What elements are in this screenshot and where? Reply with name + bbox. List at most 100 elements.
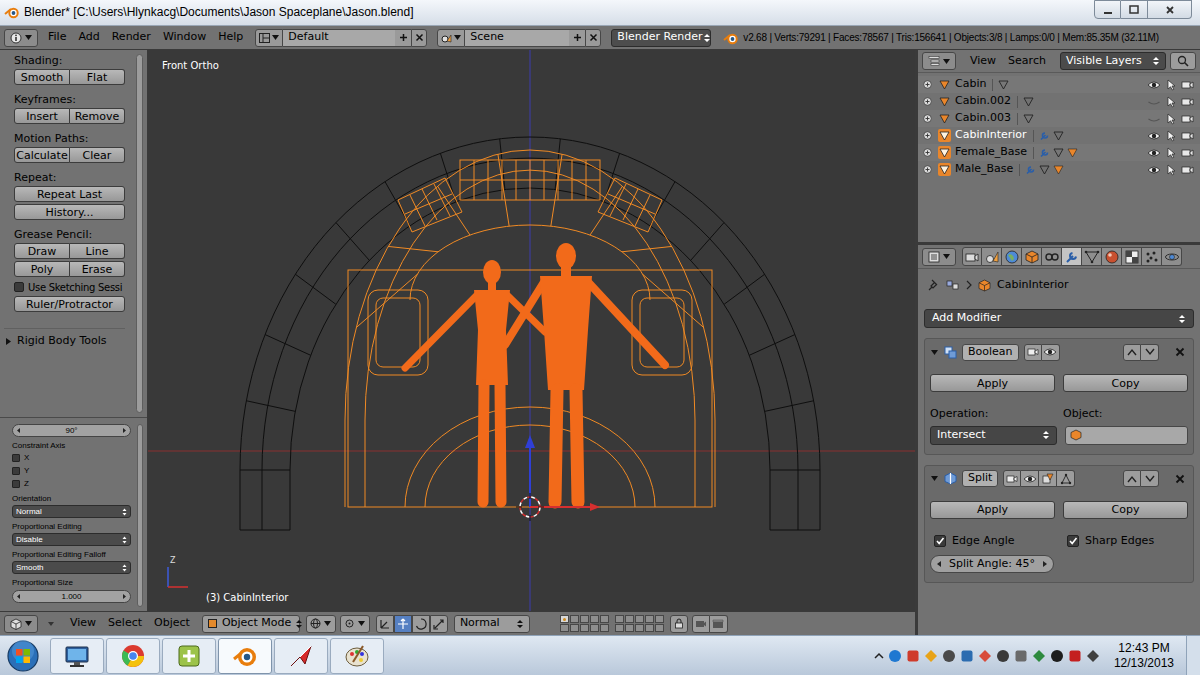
outliner-row[interactable]: CabinInterior — [918, 127, 1200, 144]
taskbar-app[interactable] — [330, 638, 384, 674]
modifier-name-field[interactable]: Split — [962, 470, 998, 487]
menu-item[interactable]: View — [964, 53, 1002, 70]
menu-item[interactable]: Window — [157, 29, 212, 46]
select-toggle[interactable] — [1165, 96, 1177, 108]
select-toggle[interactable] — [1165, 113, 1177, 125]
manipulator-button[interactable] — [430, 615, 448, 633]
tool-button[interactable]: Smooth — [14, 69, 70, 85]
tray-icon[interactable] — [996, 649, 1010, 663]
outliner-row[interactable]: Cabin.003 — [918, 110, 1200, 127]
outliner-row[interactable]: Male_Base — [918, 161, 1200, 178]
layer-button[interactable] — [590, 615, 599, 623]
move-up-button[interactable] — [1123, 344, 1141, 361]
select-toggle[interactable] — [1165, 147, 1177, 159]
scrollbar[interactable] — [136, 54, 143, 413]
tray-icon[interactable] — [906, 649, 920, 663]
layer-button[interactable] — [570, 624, 579, 632]
action-button[interactable]: Apply — [930, 501, 1055, 519]
tray-icon[interactable] — [942, 649, 956, 663]
menu-item[interactable]: Object — [148, 615, 196, 632]
render-toggle[interactable] — [1181, 147, 1194, 158]
menu-item[interactable]: Select — [102, 615, 148, 632]
checkbox-row[interactable]: Y — [12, 465, 131, 477]
layer-button[interactable] — [590, 624, 599, 632]
screen-layout-field[interactable]: Default — [283, 29, 395, 47]
taskbar-app[interactable] — [274, 638, 328, 674]
editor-type-button[interactable] — [922, 248, 956, 266]
tool-button[interactable]: History... — [14, 204, 125, 220]
opengl-render-button[interactable] — [692, 615, 710, 633]
tool-button[interactable]: Clear — [70, 147, 125, 163]
select-toggle[interactable] — [1165, 130, 1177, 142]
menu-item[interactable]: View — [64, 615, 102, 632]
orientation-dropdown[interactable]: Normal — [454, 615, 530, 633]
viewport-toggle[interactable] — [1042, 344, 1060, 361]
layer-button[interactable] — [560, 615, 569, 623]
move-up-button[interactable] — [1123, 470, 1141, 487]
shading-dropdown[interactable] — [306, 615, 336, 633]
3d-viewport[interactable]: Front Ortho(3) CabinInteriorZ — [148, 50, 915, 611]
render-toggle[interactable] — [1181, 130, 1194, 141]
layer-button[interactable] — [580, 615, 589, 623]
menu-item[interactable]: Search — [1002, 53, 1052, 70]
render-toggle[interactable] — [1181, 113, 1194, 124]
context-tab[interactable] — [962, 247, 982, 266]
tray-icon[interactable] — [1068, 649, 1082, 663]
number-field[interactable]: 1.000 — [12, 590, 131, 603]
visibility-toggle[interactable] — [1147, 79, 1161, 91]
mode-dropdown[interactable]: Object Mode — [202, 615, 300, 633]
select-toggle[interactable] — [1165, 79, 1177, 91]
checkbox[interactable] — [934, 535, 946, 547]
layer-button[interactable] — [635, 615, 644, 623]
operation-dropdown[interactable]: Intersect — [930, 426, 1057, 445]
maximize-button[interactable] — [1121, 0, 1148, 19]
dropdown[interactable]: Disable — [12, 533, 131, 546]
tool-button[interactable]: Draw — [14, 243, 70, 259]
layer-button[interactable] — [645, 624, 654, 632]
editor-type-button[interactable] — [4, 615, 38, 633]
object-field[interactable] — [1065, 426, 1188, 445]
tool-button[interactable]: Erase — [70, 261, 125, 277]
dropdown[interactable]: Normal — [12, 505, 131, 518]
tray-icon[interactable] — [888, 649, 902, 663]
screen-browse-button[interactable] — [255, 29, 283, 47]
context-tab[interactable] — [1122, 247, 1142, 266]
action-button[interactable]: Copy — [1063, 501, 1188, 519]
dropdown[interactable]: Smooth — [12, 561, 131, 574]
tool-button[interactable]: Flat — [70, 69, 125, 85]
tray-icon[interactable] — [1032, 649, 1046, 663]
context-tab[interactable] — [1022, 247, 1042, 266]
editor-type-button[interactable] — [922, 52, 956, 70]
tray-icon[interactable] — [960, 649, 974, 663]
visibility-toggle[interactable] — [1147, 96, 1161, 108]
tool-button[interactable]: Line — [70, 243, 125, 259]
checkbox-row[interactable]: Use Sketching Sessi — [14, 280, 125, 294]
cage-toggle[interactable] — [1057, 470, 1075, 487]
modifier-name-field[interactable]: Boolean — [962, 344, 1019, 361]
outliner-row[interactable]: Cabin.002 — [918, 93, 1200, 110]
manipulator-button[interactable] — [394, 615, 412, 633]
layer-button[interactable] — [600, 624, 609, 632]
header-collapse-button[interactable] — [44, 617, 58, 631]
opengl-anim-button[interactable] — [710, 615, 728, 633]
taskbar-app[interactable] — [50, 638, 104, 674]
checkbox[interactable] — [12, 454, 20, 462]
start-button[interactable] — [0, 636, 46, 675]
tool-button[interactable]: Repeat Last — [14, 186, 125, 202]
context-tab[interactable] — [1002, 247, 1022, 266]
taskbar-app[interactable] — [218, 638, 272, 674]
manipulator-button[interactable] — [376, 615, 394, 633]
checkbox-row[interactable]: Z — [12, 478, 131, 490]
delete-button[interactable] — [585, 29, 601, 47]
viewport-toggle[interactable] — [1021, 470, 1039, 487]
checkbox[interactable] — [12, 480, 20, 488]
context-tab[interactable] — [1082, 247, 1102, 266]
search-button[interactable] — [1170, 52, 1196, 70]
layer-button[interactable] — [615, 615, 624, 623]
render-toggle[interactable] — [1024, 344, 1042, 361]
tool-button[interactable]: Ruler/Protractor — [14, 296, 125, 312]
lock-button[interactable] — [670, 615, 688, 633]
menu-item[interactable]: File — [42, 29, 72, 46]
visibility-toggle[interactable] — [1147, 164, 1161, 176]
minimize-button[interactable] — [1094, 0, 1121, 19]
